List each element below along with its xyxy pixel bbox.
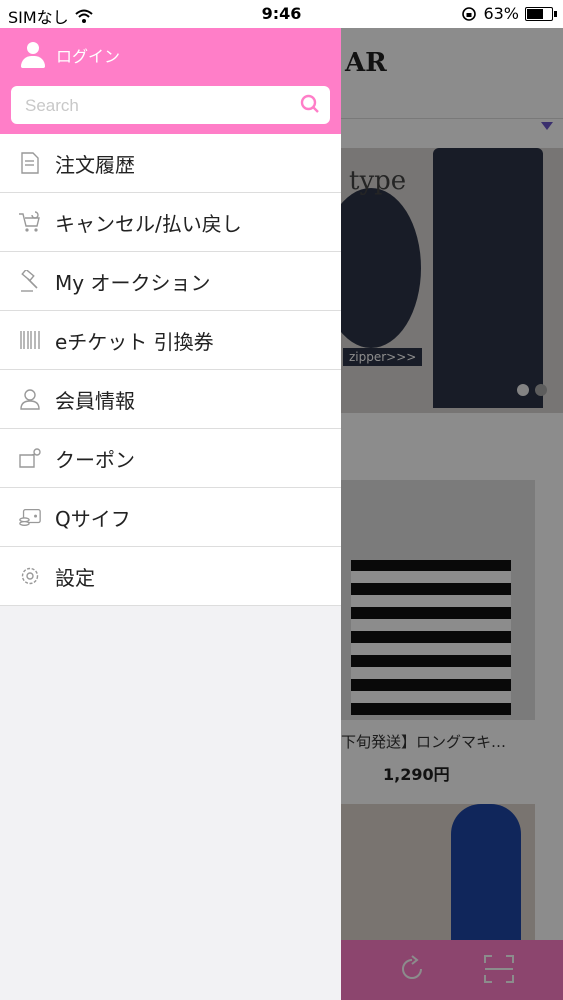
search-icon[interactable] [300,94,320,114]
menu-item-label: 会員情報 [55,388,135,413]
dim-overlay[interactable] [341,28,563,1000]
auction-hammer-icon [18,269,42,293]
menu-item-eticket[interactable]: eチケット 引換券 [0,311,341,370]
menu-item-settings[interactable]: 設定 [0,547,341,606]
search-box [11,86,330,124]
rotation-lock-icon [461,6,477,22]
coupon-icon [18,446,42,470]
search-input[interactable] [23,95,297,117]
wallet-icon [18,505,42,529]
status-right: 63% [461,4,557,23]
menu-item-label: My オークション [55,270,211,295]
drawer-header: ログイン [0,28,341,134]
barcode-icon [18,328,42,352]
login-button[interactable]: ログイン [20,42,120,68]
cart-refund-icon [18,210,42,234]
menu-item-coupon[interactable]: クーポン [0,429,341,488]
menu-item-qsaifu[interactable]: Qサイフ [0,488,341,547]
order-history-icon [18,151,42,175]
menu-item-label: Qサイフ [55,506,131,531]
menu-item-order-history[interactable]: 注文履歴 [0,134,341,193]
menu-item-label: eチケット 引換券 [55,329,214,354]
status-bar: SIMなし 9:46 63% [0,0,563,28]
drawer-menu: 注文履歴 キャンセル/払い戻し My オークション eチケット 引換券 会員情報 [0,134,341,606]
member-icon [18,387,42,411]
menu-item-cancel-refund[interactable]: キャンセル/払い戻し [0,193,341,252]
login-label: ログイン [56,47,121,66]
user-icon [20,42,46,68]
side-drawer: ログイン 注文履歴 キャンセル/払い戻し My オークション [0,28,341,1000]
battery-icon [525,6,557,21]
menu-item-label: キャンセル/払い戻し [55,211,242,236]
gear-icon [18,564,42,588]
menu-item-label: クーポン [55,447,135,472]
menu-item-my-auction[interactable]: My オークション [0,252,341,311]
menu-item-label: 注文履歴 [55,152,135,177]
battery-percent: 63% [483,4,519,23]
menu-item-member-info[interactable]: 会員情報 [0,370,341,429]
menu-item-label: 設定 [55,565,95,590]
